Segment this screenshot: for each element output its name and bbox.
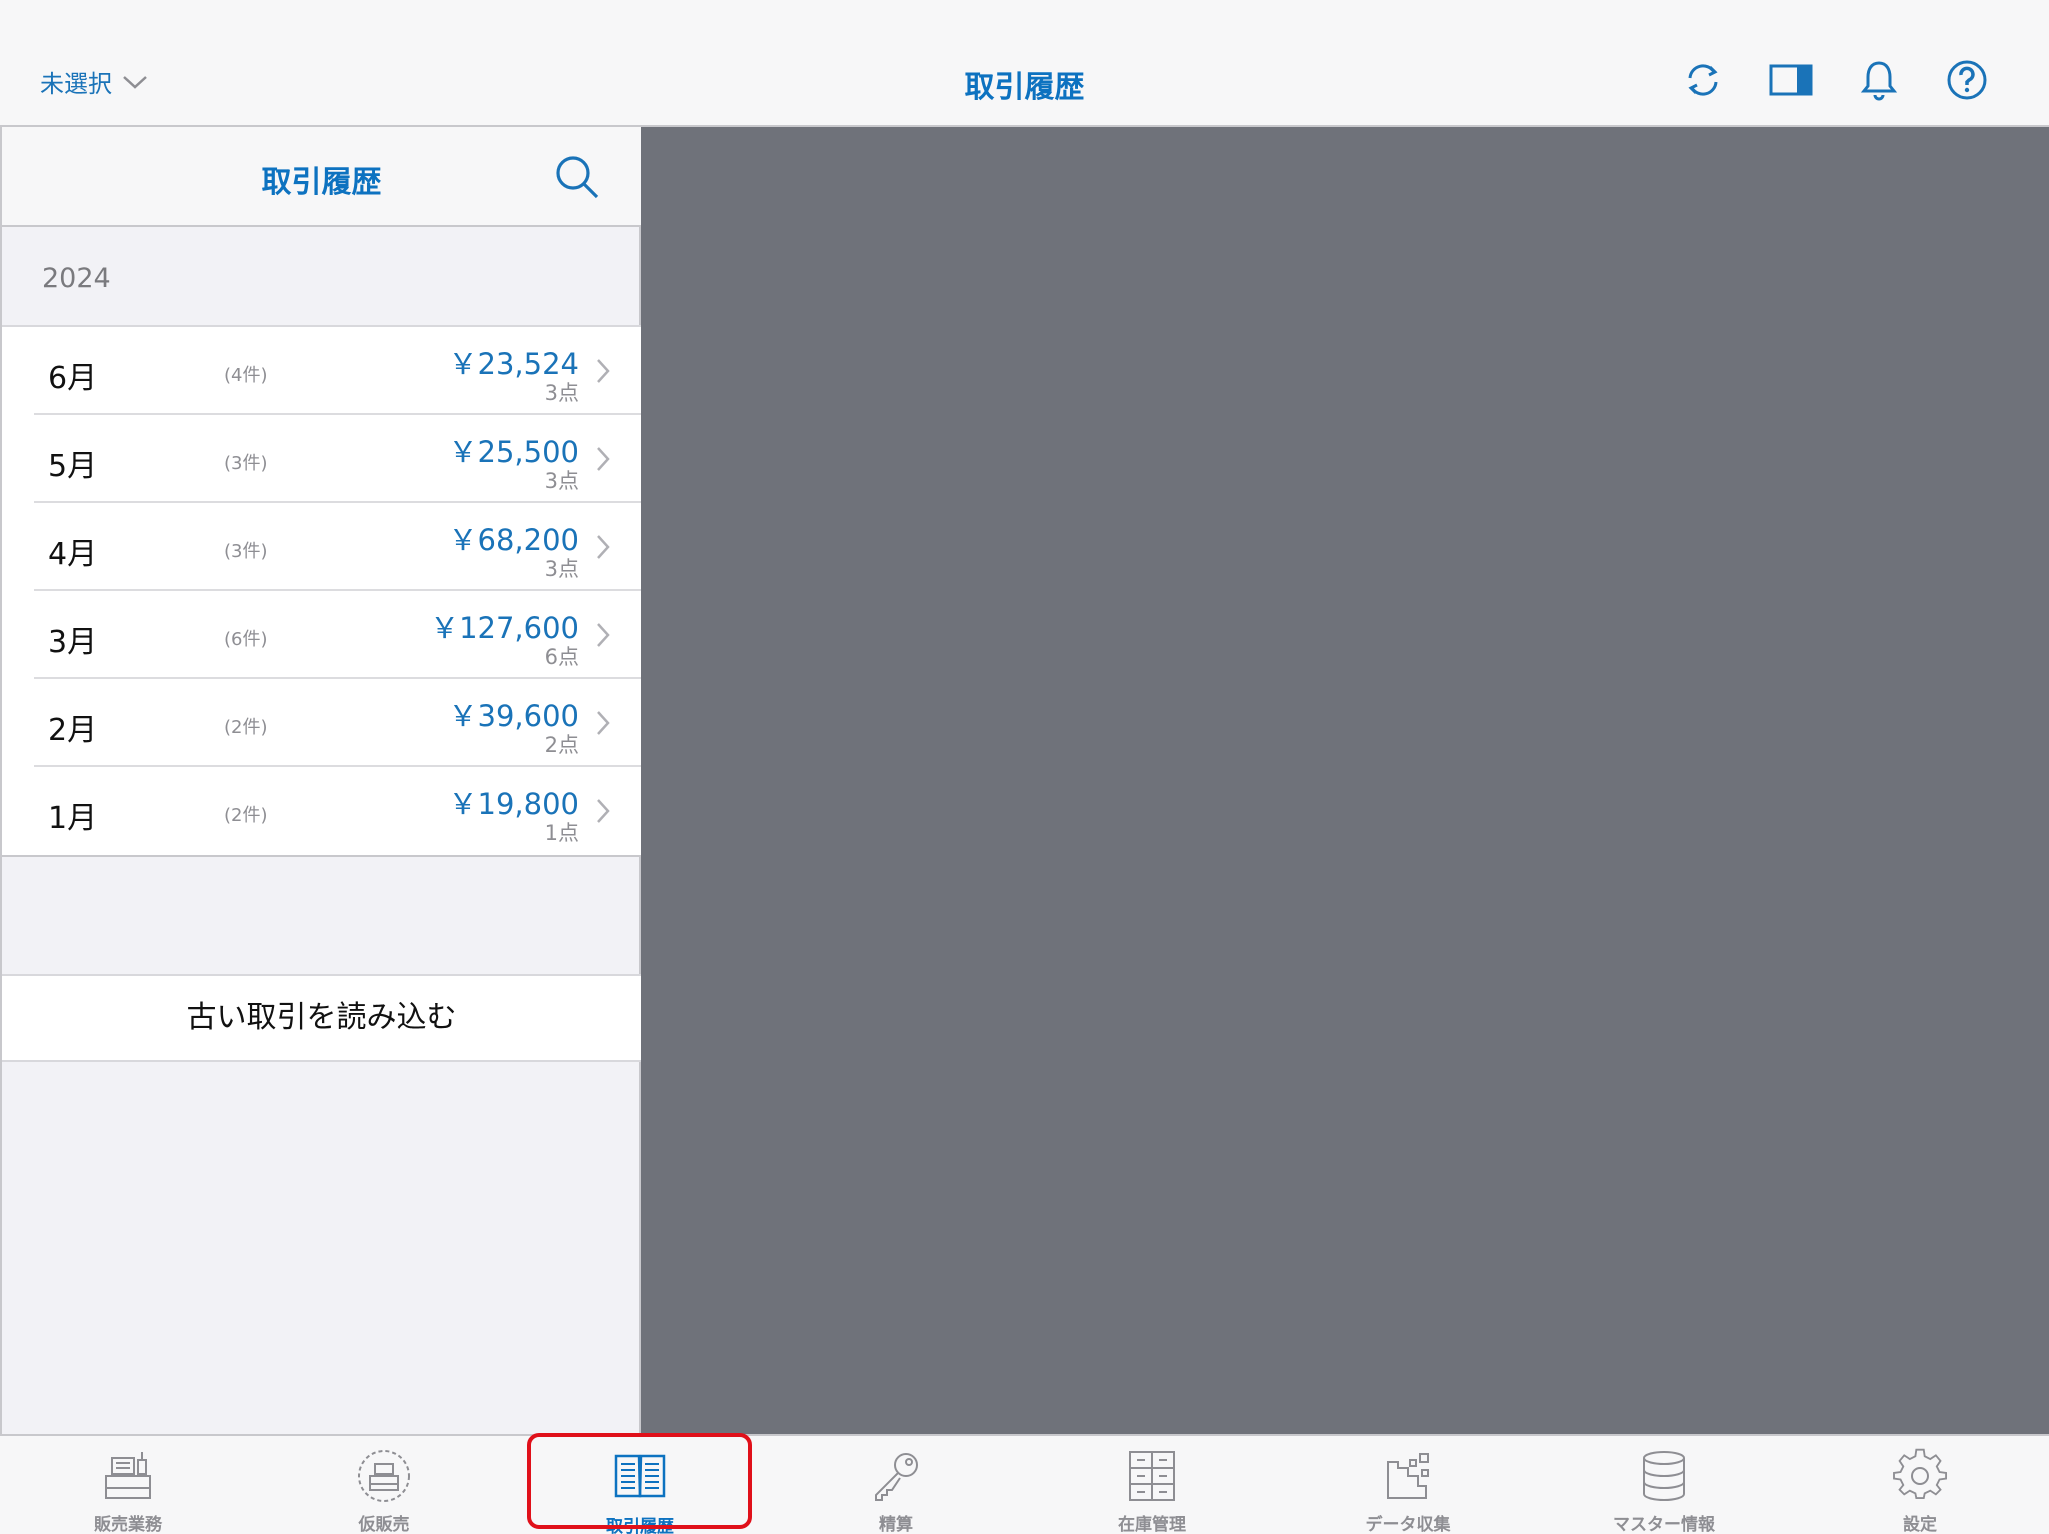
- tab-label: 販売業務: [94, 1515, 162, 1534]
- tab-sales[interactable]: 販売業務: [0, 1436, 256, 1534]
- cabinet-icon: [1129, 1451, 1175, 1501]
- bell-icon: [1860, 61, 1898, 101]
- store-selector-label: 未選択: [40, 70, 112, 98]
- chevron-right-icon: [597, 447, 610, 471]
- tab-label: 設定: [1903, 1515, 1937, 1534]
- tab-settings[interactable]: 設定: [1792, 1436, 2048, 1534]
- chevron-right-icon: [597, 711, 610, 735]
- tab-label: マスター情報: [1613, 1515, 1715, 1534]
- month-item-qty: 6点: [544, 645, 579, 669]
- notifications-button[interactable]: [1857, 58, 1901, 102]
- refresh-icon: [1688, 64, 1718, 96]
- month-name: 4月: [48, 537, 98, 572]
- gear-icon: [1893, 1448, 1948, 1500]
- chevron-right-icon: [597, 799, 610, 823]
- chevron-right-icon: [597, 535, 610, 559]
- month-row-4[interactable]: 4月 (3件) ￥68,200 3点: [2, 503, 641, 591]
- month-item-qty: 2点: [544, 733, 579, 757]
- month-item-qty: 1点: [544, 821, 579, 845]
- help-icon: [1947, 60, 1987, 100]
- month-row-5[interactable]: 5月 (3件) ￥25,500 3点: [2, 415, 641, 503]
- year-label: 2024: [42, 263, 111, 294]
- tab-settlement[interactable]: 精算: [768, 1436, 1024, 1534]
- split-view-icon: [1769, 64, 1813, 96]
- tab-label: 取引履歴: [606, 1517, 674, 1534]
- tab-label: 在庫管理: [1118, 1515, 1186, 1534]
- refresh-button[interactable]: [1681, 58, 1725, 102]
- chevron-right-icon: [597, 623, 610, 647]
- month-name: 6月: [48, 361, 98, 396]
- history-list-header: 取引履歴: [2, 127, 641, 227]
- temp-sale-icon: [358, 1450, 410, 1502]
- history-list-title: 取引履歴: [261, 165, 382, 200]
- month-item-qty: 3点: [544, 469, 579, 493]
- book-icon: [614, 1454, 666, 1498]
- detail-panel: [641, 127, 2049, 1434]
- month-row-1[interactable]: 1月 (2件) ￥19,800 1点: [2, 767, 641, 855]
- key-icon: [875, 1453, 918, 1501]
- database-icon: [1643, 1451, 1685, 1501]
- month-name: 5月: [48, 449, 98, 484]
- top-nav-bar: 未選択 取引履歴: [0, 0, 2049, 127]
- history-list-panel: 取引履歴 2024 6月 (4件) ￥23,524 3点 5月 (3件) ￥25…: [0, 127, 641, 1434]
- month-row-3[interactable]: 3月 (6件) ￥127,600 6点: [2, 591, 641, 679]
- tab-inventory[interactable]: 在庫管理: [1024, 1436, 1280, 1534]
- month-item-qty: 3点: [544, 381, 579, 405]
- help-button[interactable]: [1945, 58, 1989, 102]
- month-name: 3月: [48, 625, 98, 660]
- tab-label: データ収集: [1365, 1515, 1451, 1534]
- tab-label: 精算: [879, 1515, 913, 1534]
- month-transaction-count: (4件): [224, 365, 268, 386]
- month-transaction-count: (6件): [224, 629, 268, 650]
- data-collect-icon: [1387, 1453, 1429, 1499]
- search-icon: [556, 156, 599, 199]
- month-item-qty: 3点: [544, 557, 579, 581]
- tab-transaction-history[interactable]: 取引履歴: [512, 1436, 768, 1534]
- chevron-right-icon: [597, 359, 610, 383]
- store-selector[interactable]: 未選択: [40, 64, 148, 99]
- month-transaction-count: (3件): [224, 453, 268, 474]
- year-section-header: 2024: [2, 227, 641, 327]
- month-list: 6月 (4件) ￥23,524 3点 5月 (3件) ￥25,500 3点 4月…: [2, 327, 641, 857]
- month-transaction-count: (2件): [224, 717, 268, 738]
- search-button[interactable]: [553, 153, 601, 201]
- month-row-2[interactable]: 2月 (2件) ￥39,600 2点: [2, 679, 641, 767]
- tab-bar: 販売業務 仮販売 取引履歴 精算 在庫管理 データ収集 マスター情報 設定: [0, 1434, 2049, 1534]
- tab-label: 仮販売: [358, 1515, 410, 1534]
- split-view-button[interactable]: [1769, 58, 1813, 102]
- chevron-down-icon: [123, 75, 147, 89]
- month-transaction-count: (2件): [224, 805, 268, 826]
- register-icon: [105, 1452, 151, 1499]
- month-transaction-count: (3件): [224, 541, 268, 562]
- tab-temp-sale[interactable]: 仮販売: [256, 1436, 512, 1534]
- tab-data-collection[interactable]: データ収集: [1280, 1436, 1536, 1534]
- month-name: 1月: [48, 801, 98, 836]
- month-row-6[interactable]: 6月 (4件) ￥23,524 3点: [2, 327, 641, 415]
- month-name: 2月: [48, 713, 98, 748]
- tab-master-info[interactable]: マスター情報: [1536, 1436, 1792, 1534]
- load-old-transactions-button[interactable]: 古い取引を読み込む: [2, 974, 641, 1062]
